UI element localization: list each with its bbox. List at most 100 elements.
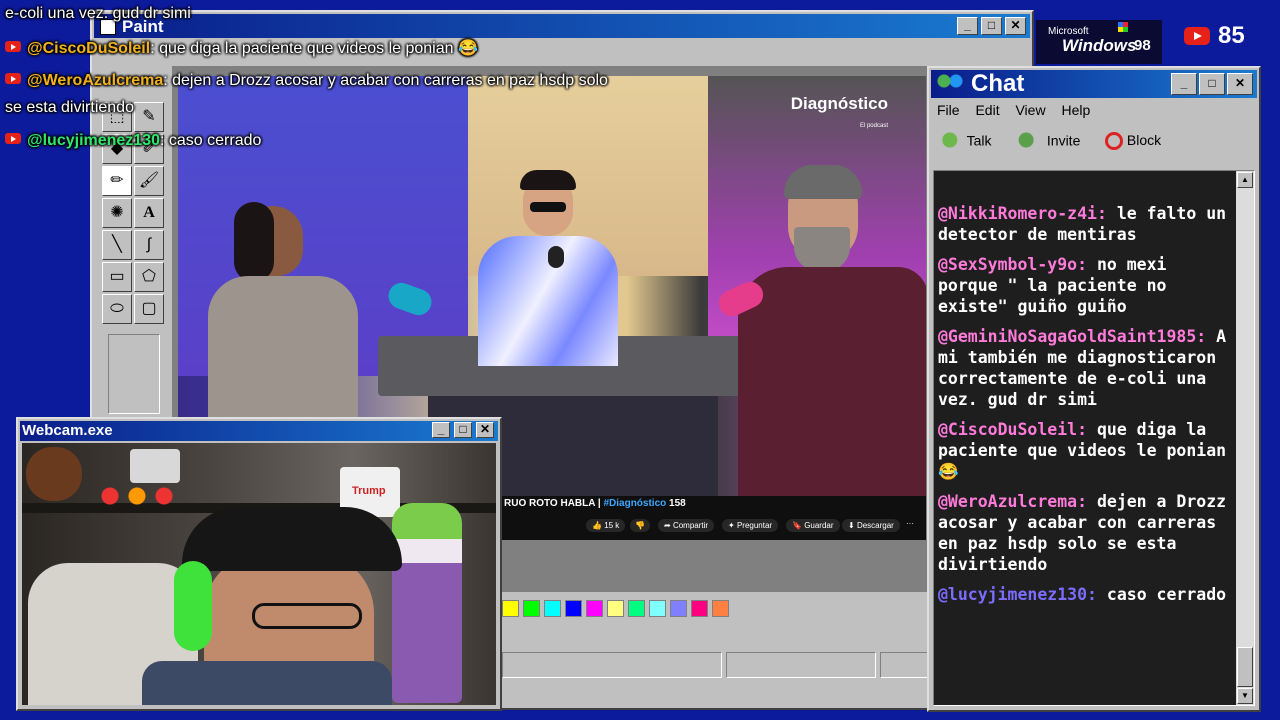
host-center: [468, 170, 628, 366]
youtube-icon: [1184, 27, 1210, 45]
share-label: Compartir: [672, 521, 709, 530]
chat-message: @CiscoDuSoleil: que diga la paciente que…: [938, 419, 1232, 482]
overlay-message: @CiscoDuSoleil: que diga la paciente que…: [5, 38, 478, 58]
channel-logo: Diagnóstico El podcast: [778, 94, 888, 132]
chat-window[interactable]: Chat _ □ ✕ File Edit View Help Talk Invi…: [927, 66, 1261, 712]
color-swatch[interactable]: [691, 600, 708, 617]
joker-figure: [392, 503, 462, 703]
chat-messages: @NikkiRomero-z4i: le falto un detector d…: [938, 203, 1232, 614]
text-tool[interactable]: A: [134, 198, 164, 228]
color-swatch[interactable]: [565, 600, 582, 617]
video-hashtag[interactable]: #Diagnóstico: [603, 498, 666, 509]
menu-view[interactable]: View: [1015, 102, 1045, 118]
close-button[interactable]: ✕: [1227, 73, 1253, 95]
chat-toolbar: Talk Invite Block: [937, 130, 1247, 160]
minimize-button[interactable]: _: [1171, 73, 1197, 95]
overlay-text: : dejen a Drozz acosar y acabar con carr…: [163, 72, 608, 89]
overlay-user: @lucyjimenez130: [27, 132, 160, 149]
youtube-icon: [5, 41, 21, 52]
mic-center: [548, 246, 564, 268]
color-swatch[interactable]: [607, 600, 624, 617]
menu-help[interactable]: Help: [1061, 102, 1090, 118]
rectangle-tool[interactable]: ▭: [102, 262, 132, 292]
talk-label: Talk: [966, 132, 992, 149]
chat-title: Chat: [971, 70, 1025, 97]
webcam-feed: Trump: [22, 443, 496, 705]
maximize-button[interactable]: □: [1199, 73, 1225, 95]
chat-user: @SexSymbol-y9o:: [938, 255, 1088, 274]
chat-log[interactable]: @NikkiRomero-z4i: le falto un detector d…: [933, 170, 1255, 706]
status-pane-2: [726, 652, 876, 678]
webcam-window[interactable]: Webcam.exe _ □ ✕ Trump: [16, 417, 502, 711]
play-button-plaque: [130, 449, 180, 483]
save-button[interactable]: 🔖 Guardar: [786, 519, 840, 532]
ellipse-tool[interactable]: ⬭: [102, 294, 132, 324]
minimize-button[interactable]: _: [432, 422, 450, 438]
save-label: Guardar: [804, 521, 834, 530]
color-swatch[interactable]: [649, 600, 666, 617]
block-icon: [1105, 132, 1123, 151]
ask-label: Preguntar: [736, 521, 773, 530]
chat-user: @NikkiRomero-z4i:: [938, 204, 1107, 223]
color-swatch[interactable]: [670, 600, 687, 617]
minimize-button[interactable]: _: [957, 17, 978, 35]
color-swatch[interactable]: [523, 600, 540, 617]
headphones-icon: [174, 561, 212, 651]
overlay-message-wrap: se esta divirtiendo: [5, 99, 134, 116]
line-tool[interactable]: ╲: [102, 230, 132, 260]
maximize-button[interactable]: □: [454, 422, 472, 438]
chat-text: caso cerrado: [1096, 585, 1227, 604]
brush-tool[interactable]: 🖌: [134, 166, 164, 196]
menu-edit[interactable]: Edit: [975, 102, 999, 118]
polygon-tool[interactable]: ⬠: [134, 262, 164, 292]
color-swatch[interactable]: [544, 600, 561, 617]
like-button[interactable]: 👍 15 k: [586, 519, 626, 532]
close-button[interactable]: ✕: [476, 422, 494, 438]
invite-icon: [1017, 132, 1043, 152]
chat-scrollbar[interactable]: ▲ ▼: [1236, 171, 1254, 705]
color-swatch[interactable]: [502, 600, 519, 617]
dislike-button[interactable]: 👎: [630, 519, 650, 532]
close-button[interactable]: ✕: [1005, 17, 1026, 35]
block-button[interactable]: Block: [1105, 132, 1162, 151]
scroll-thumb[interactable]: [1237, 647, 1253, 687]
talk-button[interactable]: Talk: [941, 132, 992, 152]
color-swatch[interactable]: [628, 600, 645, 617]
chat-titlebar[interactable]: Chat _ □ ✕: [931, 70, 1257, 98]
youtube-counter: 85: [1184, 22, 1274, 52]
chat-user: @WeroAzulcrema:: [938, 492, 1088, 511]
poster-text: Trump: [352, 485, 386, 497]
share-button[interactable]: ➦ Compartir: [658, 519, 715, 532]
airbrush-tool[interactable]: ✺: [102, 198, 132, 228]
invite-button[interactable]: Invite: [1017, 132, 1080, 152]
youtube-icon: [5, 133, 21, 144]
menu-file[interactable]: File: [937, 102, 960, 118]
chat-message: @NikkiRomero-z4i: le falto un detector d…: [938, 203, 1232, 245]
talk-icon: [941, 132, 963, 152]
more-button[interactable]: ···: [906, 519, 914, 528]
webcam-titlebar[interactable]: Webcam.exe _ □ ✕: [20, 421, 498, 441]
rounded-rect-tool[interactable]: ▢: [134, 294, 164, 324]
like-count: 15 k: [604, 521, 620, 530]
scroll-down-icon[interactable]: ▼: [1237, 688, 1253, 704]
overlay-text: : que diga la paciente que videos le pon…: [150, 40, 478, 57]
pencil-tool[interactable]: ✏: [102, 166, 132, 196]
chat-user: @lucyjimenez130:: [938, 585, 1097, 604]
color-swatch[interactable]: [712, 600, 729, 617]
ask-button[interactable]: ✦ Preguntar: [722, 519, 779, 532]
overlay-user: @WeroAzulcrema: [27, 72, 164, 89]
download-button[interactable]: ⬇ Descargar: [842, 519, 900, 532]
chat-message: @WeroAzulcrema: dejen a Drozz acosar y a…: [938, 491, 1232, 575]
channel-logo-sub: El podcast: [859, 123, 888, 129]
tool-options[interactable]: [108, 334, 160, 414]
block-label: Block: [1126, 132, 1162, 148]
windows-flag-icon: [1118, 22, 1128, 32]
chat-message: @GeminiNoSagaGoldSaint1985: A mi también…: [938, 326, 1232, 410]
scroll-up-icon[interactable]: ▲: [1237, 172, 1253, 188]
maximize-button[interactable]: □: [981, 17, 1002, 35]
curve-tool[interactable]: ∫: [134, 230, 164, 260]
overlay-chat: e-coli una vez. gud dr simi @CiscoDuSole…: [0, 0, 700, 160]
chat-people-icon: [935, 74, 965, 94]
chat-message: @SexSymbol-y9o: no mexi porque " la paci…: [938, 254, 1232, 317]
color-swatch[interactable]: [586, 600, 603, 617]
